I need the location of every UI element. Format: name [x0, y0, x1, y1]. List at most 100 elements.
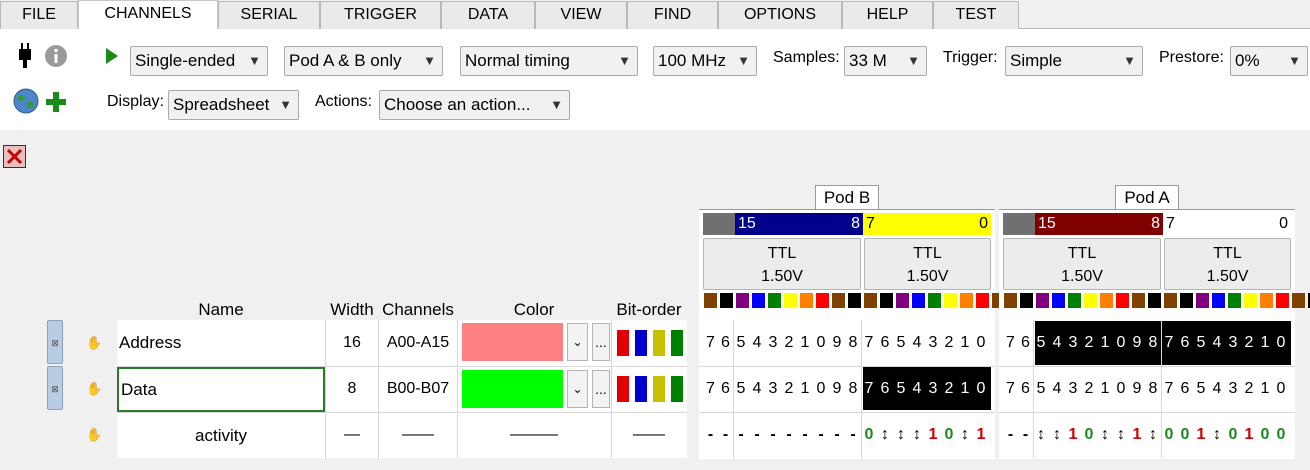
- bit-cell: 0: [976, 334, 986, 351]
- bit-cell: -: [850, 426, 856, 443]
- channel-name-data[interactable]: Data: [121, 380, 157, 400]
- toolbar: Single-ended ▼ Pod A & B only ▼ Normal tim…: [0, 29, 1310, 130]
- run-icon[interactable]: [106, 48, 118, 64]
- tab-data[interactable]: DATA: [441, 1, 535, 29]
- bitorder-swatch[interactable]: [635, 330, 647, 356]
- tab-bar: FILE CHANNELS SERIAL TRIGGER DATA VIEW F…: [0, 0, 1310, 30]
- tab-help[interactable]: HELP: [842, 1, 933, 29]
- tab-test[interactable]: TEST: [933, 1, 1019, 29]
- bit-cell: 4: [1052, 334, 1062, 351]
- bitorder-swatch[interactable]: [653, 330, 665, 356]
- bitorder-swatch[interactable]: [653, 376, 665, 402]
- bit-cell: 9: [1132, 380, 1142, 397]
- bit-cell: 3: [1228, 334, 1238, 351]
- row-remove-button[interactable]: ⊠: [47, 366, 63, 410]
- bitorder-swatch[interactable]: [671, 376, 683, 402]
- row-remove-button[interactable]: ⊠: [47, 320, 63, 364]
- bitorder-swatch[interactable]: [635, 376, 647, 402]
- color-dropdown[interactable]: ⌄: [567, 370, 588, 408]
- chevron-down-icon: ▼: [737, 53, 750, 68]
- trigger-select[interactable]: Simple ▼: [1005, 46, 1143, 76]
- bit-cell: 0: [944, 426, 954, 443]
- chevron-down-icon: ▼: [279, 97, 292, 112]
- color-dropdown[interactable]: ⌄: [567, 323, 588, 361]
- pod-b-threshold-low[interactable]: TTL 1.50V: [864, 238, 991, 290]
- display-select[interactable]: Spreadsheet ▼: [168, 90, 299, 120]
- tab-serial[interactable]: SERIAL: [218, 1, 320, 29]
- bit-cell: 0: [1276, 334, 1286, 351]
- bit-cell: 1: [1196, 426, 1206, 443]
- close-icon[interactable]: [3, 145, 26, 168]
- bit-cell: 2: [1084, 380, 1094, 397]
- bitorder-swatch[interactable]: [617, 330, 629, 356]
- channel-pins[interactable]: B00-B07: [379, 380, 457, 398]
- bit-cell: -: [818, 426, 824, 443]
- pod-a-threshold-high[interactable]: TTL 1.50V: [1003, 238, 1161, 290]
- tab-channels[interactable]: CHANNELS: [78, 0, 218, 30]
- channel-color-swatch: [960, 293, 973, 308]
- usb-icon[interactable]: [18, 43, 32, 69]
- bit-cell: 2: [1244, 334, 1254, 351]
- drag-handle-icon[interactable]: ✋: [86, 427, 102, 443]
- tab-view[interactable]: VIEW: [535, 1, 627, 29]
- channel-width[interactable]: 8: [326, 380, 378, 398]
- bit-cell: 5: [736, 380, 746, 397]
- bit-cell: ↕: [913, 426, 921, 443]
- tab-options[interactable]: OPTIONS: [718, 1, 842, 29]
- bit-cell: 0: [864, 426, 874, 443]
- color-swatch-data[interactable]: [462, 370, 563, 408]
- channel-pins[interactable]: A00-A15: [379, 334, 457, 352]
- bit-cell: 9: [832, 380, 842, 397]
- bit-cell: 7: [864, 380, 874, 397]
- channel-panel: Name Width Channels Color Bit-order ⊠ ⊠ …: [0, 130, 1310, 470]
- color-more-button[interactable]: ...: [592, 323, 610, 361]
- channel-color-swatch: [1212, 293, 1225, 308]
- chevron-down-icon: ▼: [1123, 53, 1136, 68]
- drag-handle-icon[interactable]: ✋: [86, 335, 102, 351]
- bit-cell: 6: [1180, 334, 1190, 351]
- activity-channels: ——: [402, 426, 434, 443]
- bit-cell: 7: [1006, 380, 1015, 397]
- bit-cell: 1: [960, 334, 970, 351]
- info-icon[interactable]: [44, 44, 68, 68]
- channel-name-address[interactable]: Address: [119, 333, 181, 353]
- tab-pod-a[interactable]: Pod A: [1115, 185, 1179, 211]
- prestore-select[interactable]: 0% ▼: [1230, 46, 1308, 76]
- timing-select[interactable]: Normal timing ▼: [460, 46, 638, 76]
- bit-cell: 7: [706, 334, 715, 351]
- channel-color-swatch: [1260, 293, 1273, 308]
- bitorder-swatch[interactable]: [671, 330, 683, 356]
- pod-a-threshold-low[interactable]: TTL 1.50V: [1164, 238, 1291, 290]
- pod-b-threshold-high[interactable]: TTL 1.50V: [703, 238, 861, 290]
- bit-cell: 7: [864, 334, 874, 351]
- actions-select[interactable]: Choose an action... ▼: [379, 90, 570, 120]
- bit-cell: 1: [928, 426, 938, 443]
- samples-select[interactable]: 33 M ▼: [844, 46, 927, 76]
- tab-find[interactable]: FIND: [627, 1, 718, 29]
- bit-cell: -: [770, 426, 776, 443]
- color-swatch-address[interactable]: [462, 323, 563, 361]
- add-icon[interactable]: [46, 92, 66, 112]
- bit-cell: 0: [1180, 426, 1190, 443]
- pod-a-bar-low: 70: [1163, 213, 1291, 235]
- bit-cell: 1: [1100, 334, 1110, 351]
- globe-icon[interactable]: [13, 88, 39, 114]
- tab-trigger[interactable]: TRIGGER: [320, 1, 441, 29]
- drag-handle-icon[interactable]: ✋: [86, 381, 102, 397]
- rate-select[interactable]: 100 MHz ▼: [653, 46, 757, 76]
- bit-cell: 1: [1260, 380, 1270, 397]
- bit-cell: 6: [721, 380, 730, 397]
- color-more-button[interactable]: ...: [592, 370, 610, 408]
- channel-width[interactable]: 16: [326, 334, 378, 352]
- bitorder-swatch[interactable]: [617, 376, 629, 402]
- tab-file[interactable]: FILE: [0, 1, 78, 29]
- mode-select[interactable]: Single-ended ▼: [130, 46, 268, 76]
- tab-pod-b[interactable]: Pod B: [815, 185, 879, 211]
- bit-cell: 8: [1148, 334, 1158, 351]
- pod-b-activity: - - - - - - - - - -0 ↕ ↕ ↕ 1 0 ↕ 1: [703, 426, 989, 444]
- chevron-down-icon: ▼: [907, 53, 920, 68]
- bit-cell: 4: [752, 380, 762, 397]
- bit-cell: 1: [800, 334, 810, 351]
- channel-color-swatch: [1116, 293, 1129, 308]
- pods-select[interactable]: Pod A & B only ▼: [284, 46, 443, 76]
